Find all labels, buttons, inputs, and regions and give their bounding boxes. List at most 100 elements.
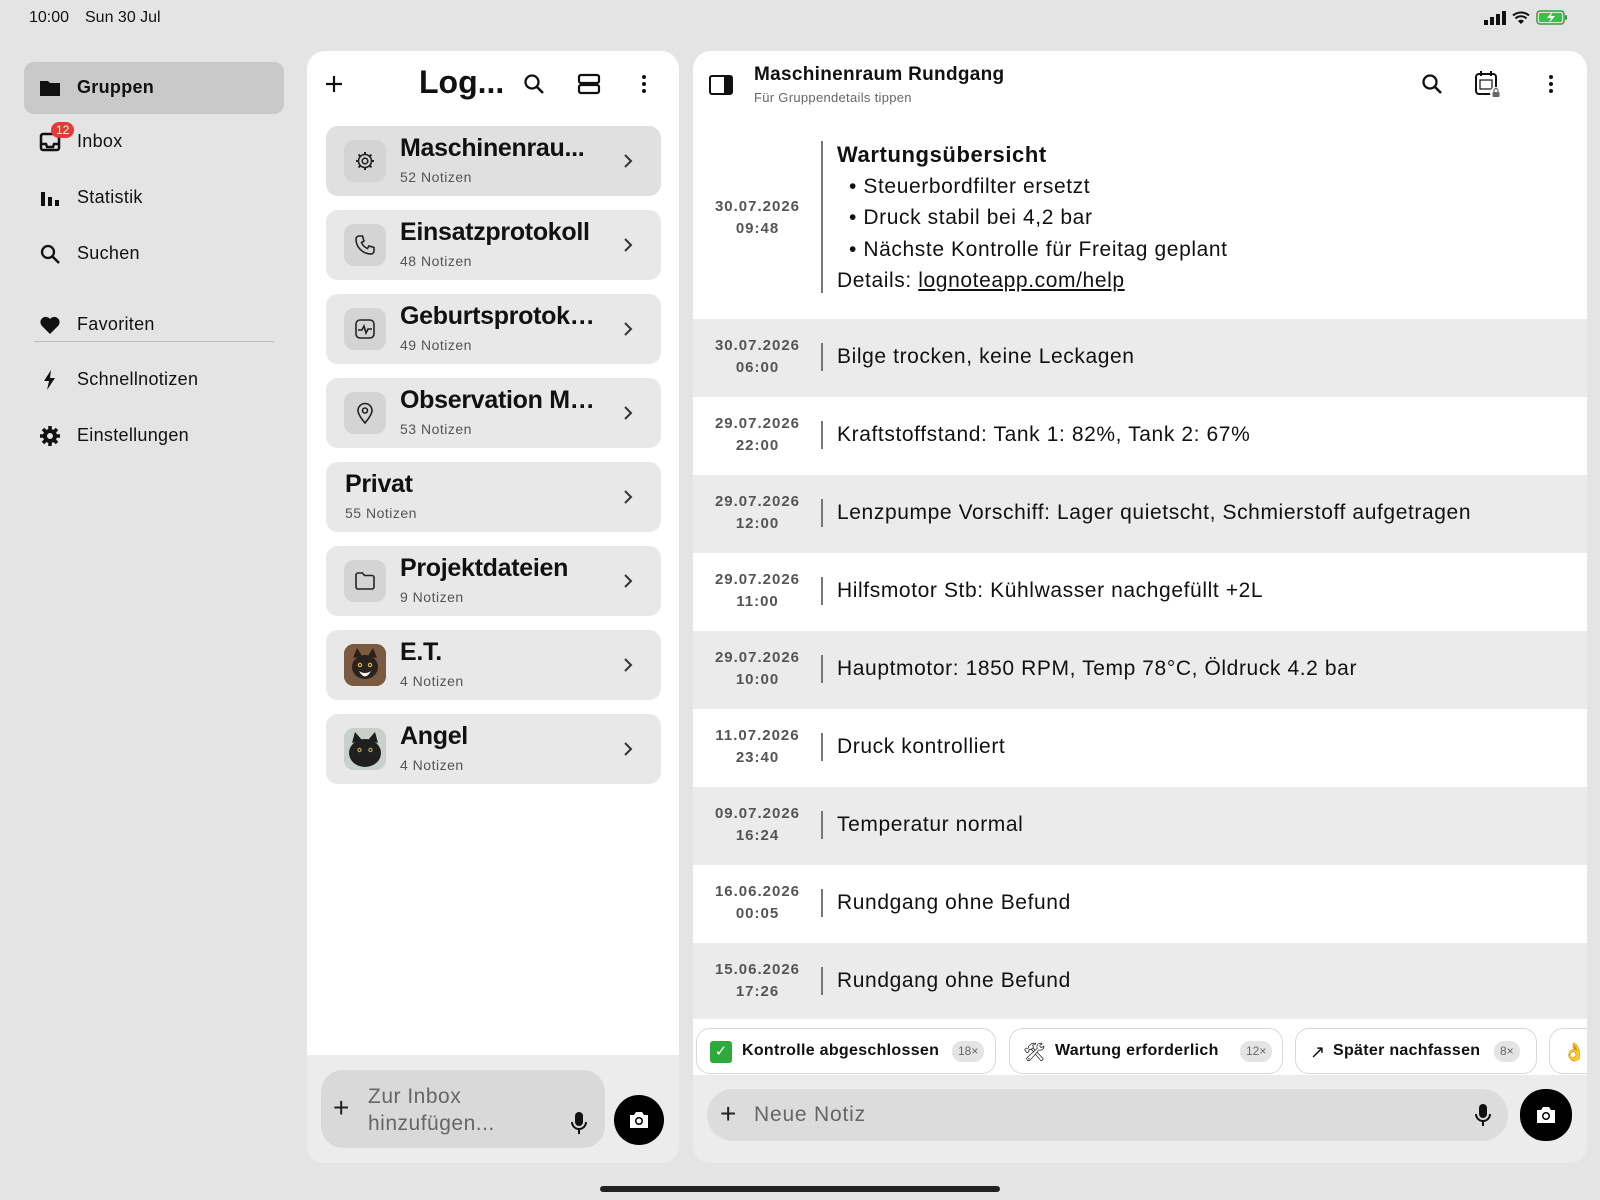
note-bullet: • Steuerbordfilter ersetzt bbox=[849, 174, 1091, 198]
heart-icon bbox=[40, 316, 60, 334]
note-item[interactable]: 29.07.2026 11:00 Hilfsmotor Stb: Kühlwass… bbox=[693, 553, 1587, 631]
note-text: Temperatur normal bbox=[837, 813, 1024, 836]
location-pin-icon bbox=[344, 392, 386, 434]
note-bullet: • Druck stabil bei 4,2 bar bbox=[849, 206, 1093, 229]
cellular-signal-icon bbox=[1484, 10, 1506, 25]
note-item[interactable]: 30.07.2026 06:00 Bilge trocken, keine Lec… bbox=[693, 319, 1587, 397]
search-icon bbox=[40, 244, 60, 264]
note-text: Bilge trocken, keine Leckagen bbox=[837, 345, 1135, 368]
plus-icon[interactable]: + bbox=[720, 1099, 736, 1129]
note-timestamp: 16.06.2026 00:05 bbox=[693, 881, 822, 925]
sidebar-item-favoriten[interactable]: Favoriten bbox=[24, 299, 284, 351]
sidebar-item-einstellungen[interactable]: Einstellungen bbox=[24, 410, 284, 462]
ok-hand-icon: 👌 bbox=[1563, 1042, 1586, 1062]
sidebar-item-suchen[interactable]: Suchen bbox=[24, 228, 284, 280]
note-item[interactable]: 15.06.2026 17:26 Rundgang ohne Befund bbox=[693, 943, 1587, 1019]
note-divider bbox=[821, 141, 823, 293]
status-date: Sun 30 Jul bbox=[85, 9, 161, 26]
note-timestamp: 29.07.2026 11:00 bbox=[693, 569, 822, 613]
tag-count: 18× bbox=[952, 1041, 985, 1062]
note-item[interactable]: 30.07.2026 09:48 Wartungsübersicht • Ste… bbox=[693, 123, 1587, 319]
camera-button[interactable] bbox=[614, 1095, 664, 1145]
details-link[interactable]: lognoteapp.com/help bbox=[918, 269, 1124, 292]
note-item[interactable]: 09.07.2026 16:24 Temperatur normal bbox=[693, 787, 1587, 865]
note-text: Rundgang ohne Befund bbox=[837, 891, 1071, 914]
home-indicator[interactable] bbox=[600, 1186, 1000, 1192]
note-date: 16.06.2026 bbox=[714, 883, 801, 900]
group-item-et[interactable]: E.T. 4 Notizen bbox=[326, 630, 661, 700]
note-text: Kraftstoffstand: Tank 1: 82%, Tank 2: 67… bbox=[837, 423, 1251, 446]
sidebar-item-label: Favoriten bbox=[77, 314, 155, 334]
camera-button[interactable] bbox=[1520, 1089, 1572, 1141]
bolt-icon bbox=[44, 370, 55, 390]
note-item[interactable]: 29.07.2026 10:00 Hauptmotor: 1850 RPM, Te… bbox=[693, 631, 1587, 709]
add-group-button[interactable] bbox=[319, 69, 349, 99]
note-divider bbox=[821, 421, 823, 449]
sidebar-item-label: Suchen bbox=[77, 243, 140, 263]
sidebar-item-inbox[interactable]: 12 Inbox bbox=[24, 116, 284, 168]
group-name: Observation Mü... bbox=[400, 386, 600, 414]
search-button[interactable] bbox=[519, 69, 549, 99]
note-timestamp: 15.06.2026 17:26 bbox=[693, 959, 822, 1003]
sidebar-toggle-icon[interactable] bbox=[708, 73, 734, 97]
group-name: Einsatzprotokoll bbox=[400, 218, 590, 246]
sidebar-item-gruppen[interactable]: Gruppen bbox=[24, 62, 284, 114]
view-toggle-button[interactable] bbox=[574, 69, 604, 99]
microphone-icon[interactable] bbox=[1473, 1102, 1493, 1128]
group-item-angel[interactable]: Angel 4 Notizen bbox=[326, 714, 661, 784]
page-title: Log... bbox=[419, 64, 505, 100]
inbox-input[interactable]: + Zur Inbox hinzufügen... bbox=[321, 1070, 605, 1148]
note-date: 29.07.2026 bbox=[714, 493, 801, 510]
new-note-input[interactable]: + Neue Notiz bbox=[707, 1089, 1508, 1141]
group-item-observation[interactable]: Observation Mü... 53 Notizen bbox=[326, 378, 661, 448]
search-button[interactable] bbox=[1417, 69, 1447, 99]
tag-ok-hand[interactable]: 👌 bbox=[1549, 1028, 1587, 1074]
status-time: 10:00 bbox=[29, 9, 70, 26]
group-item-projektdateien[interactable]: Projektdateien 9 Notizen bbox=[326, 546, 661, 616]
more-options-button[interactable] bbox=[1536, 69, 1566, 99]
sidebar-item-schnellnotizen[interactable]: Schnellnotizen bbox=[24, 354, 284, 406]
group-item-geburtsprotokoll[interactable]: Geburtsprotoko... 49 Notizen bbox=[326, 294, 661, 364]
note-date: 29.07.2026 bbox=[714, 415, 801, 432]
group-count: 53 Notizen bbox=[400, 421, 472, 437]
microphone-icon[interactable] bbox=[569, 1110, 589, 1136]
note-item[interactable]: 16.06.2026 00:05 Rundgang ohne Befund bbox=[693, 865, 1587, 943]
group-item-privat[interactable]: Privat 55 Notizen bbox=[326, 462, 661, 532]
group-item-einsatzprotokoll[interactable]: Einsatzprotokoll 48 Notizen bbox=[326, 210, 661, 280]
sidebar-item-statistik[interactable]: Statistik bbox=[24, 172, 284, 224]
notes-footer: + Neue Notiz bbox=[693, 1075, 1587, 1163]
note-divider bbox=[821, 343, 823, 371]
note-timestamp: 29.07.2026 10:00 bbox=[693, 647, 822, 691]
note-item[interactable]: 29.07.2026 22:00 Kraftstoffstand: Tank 1:… bbox=[693, 397, 1587, 475]
tag-spaeter-nachfassen[interactable]: ↗ Später nachfassen 8× bbox=[1295, 1028, 1537, 1074]
chevron-right-icon bbox=[624, 574, 633, 588]
note-time: 11:00 bbox=[736, 593, 779, 610]
note-timestamp: 30.07.2026 06:00 bbox=[693, 335, 822, 379]
group-item-maschinenraum[interactable]: Maschinenrau... 52 Notizen bbox=[326, 126, 661, 196]
notes-panel: Maschinenraum Rundgang Für Gruppendetail… bbox=[693, 51, 1587, 1163]
chevron-right-icon bbox=[624, 742, 633, 756]
plus-icon[interactable]: + bbox=[333, 1094, 349, 1122]
cat-avatar bbox=[344, 644, 386, 686]
more-options-button[interactable] bbox=[629, 69, 659, 99]
inbox-badge: 12 bbox=[51, 122, 75, 138]
camera-icon bbox=[630, 1112, 648, 1128]
notes-header[interactable]: Maschinenraum Rundgang Für Gruppendetail… bbox=[693, 51, 1587, 123]
note-date: 09.07.2026 bbox=[714, 805, 801, 822]
tag-wartung-erforderlich[interactable]: 🛠 Wartung erforderlich 12× bbox=[1009, 1028, 1283, 1074]
note-date: 30.07.2026 bbox=[714, 198, 801, 215]
note-item[interactable]: 11.07.2026 23:40 Druck kontrolliert bbox=[693, 709, 1587, 787]
note-time: 12:00 bbox=[735, 515, 780, 532]
calendar-locked-button[interactable] bbox=[1473, 69, 1503, 99]
folder-icon bbox=[40, 81, 60, 96]
chevron-right-icon bbox=[624, 154, 633, 168]
note-divider bbox=[821, 499, 823, 527]
note-text: Hilfsmotor Stb: Kühlwasser nachgefüllt +… bbox=[837, 579, 1264, 602]
note-item[interactable]: 29.07.2026 12:00 Lenzpumpe Vorschiff: Lag… bbox=[693, 475, 1587, 553]
tag-count: 12× bbox=[1240, 1041, 1273, 1062]
group-name: Maschinenrau... bbox=[400, 134, 585, 162]
group-count: 49 Notizen bbox=[400, 337, 472, 353]
tag-kontrolle-abgeschlossen[interactable]: ✓ Kontrolle abgeschlossen 18× bbox=[696, 1028, 996, 1074]
group-title: Maschinenraum Rundgang bbox=[754, 64, 1005, 85]
note-divider bbox=[821, 655, 823, 683]
